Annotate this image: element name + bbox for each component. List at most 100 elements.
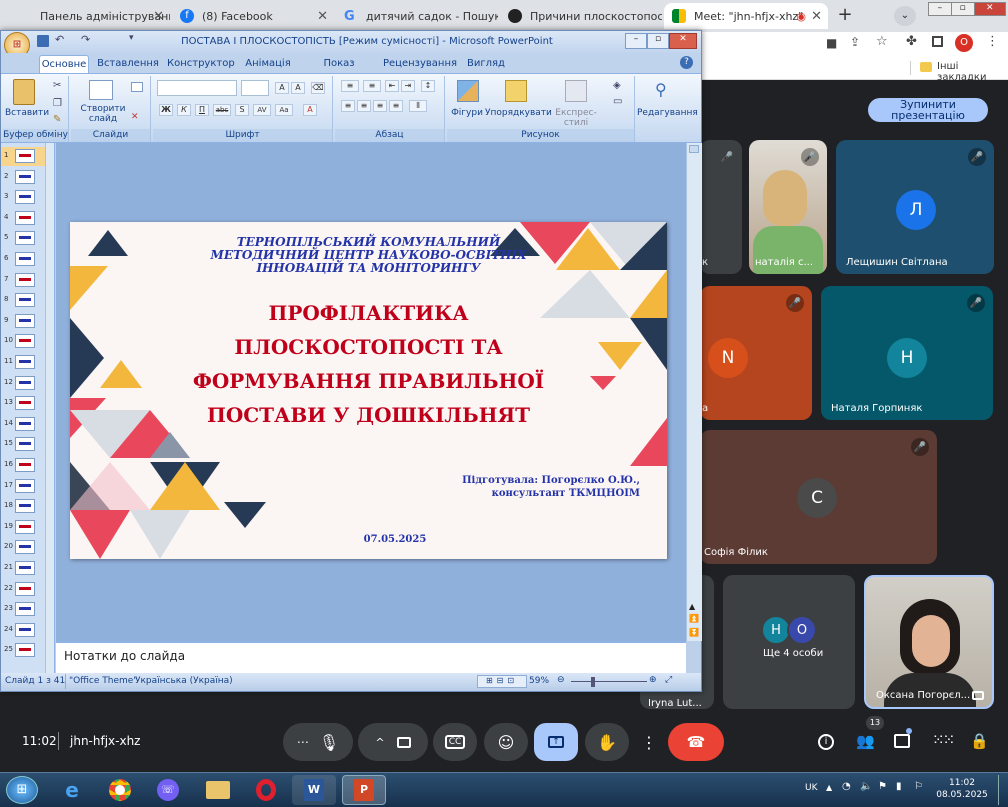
align-center-icon[interactable]: ≡ bbox=[357, 100, 371, 112]
slide-thumbnail[interactable]: 20 bbox=[1, 538, 45, 557]
slide-thumbnail[interactable]: 2 bbox=[1, 168, 45, 187]
slide-thumbnail[interactable]: 18 bbox=[1, 497, 45, 516]
tray-expand-icon[interactable]: ▲ bbox=[826, 783, 832, 792]
minimize-icon[interactable]: – bbox=[625, 33, 647, 49]
bold-button[interactable]: Ж bbox=[159, 104, 173, 116]
clear-format-icon[interactable]: ⌫ bbox=[311, 82, 325, 94]
tab-search-button[interactable]: ⌄ bbox=[894, 6, 916, 26]
show-desktop-button[interactable] bbox=[998, 775, 1006, 805]
flag-icon[interactable]: ⚐ bbox=[914, 781, 923, 792]
slide-thumbnail[interactable]: 14 bbox=[1, 415, 45, 434]
browser-tab[interactable]: Причини плоскостопості та bbox=[500, 3, 662, 29]
participant-tile[interactable]: 🎤 к bbox=[700, 140, 742, 274]
slide-thumbnail[interactable]: 10 bbox=[1, 332, 45, 351]
new-tab-button[interactable]: + bbox=[834, 5, 856, 27]
camera-icon[interactable]: ■ bbox=[826, 36, 837, 50]
raise-hand-button[interactable]: ✋ bbox=[585, 723, 629, 761]
justify-icon[interactable]: ≡ bbox=[389, 100, 403, 112]
people-icon[interactable]: 👥 bbox=[856, 732, 875, 750]
present-button[interactable]: ↑ bbox=[534, 723, 578, 761]
mic-button[interactable]: ⋯ 🎙 bbox=[283, 723, 353, 761]
copy-icon[interactable]: ❐ bbox=[53, 98, 62, 109]
slide-thumbnail[interactable]: 4 bbox=[1, 209, 45, 228]
numbering-icon[interactable]: ≡ bbox=[363, 80, 381, 92]
quick-styles-button[interactable]: Експрес-стилі bbox=[545, 108, 607, 128]
tab-review[interactable]: Рецензування bbox=[383, 55, 457, 73]
taskbar-chrome[interactable] bbox=[98, 775, 142, 805]
font-color-button[interactable]: A bbox=[303, 104, 317, 116]
close-icon[interactable]: ✕ bbox=[317, 9, 328, 24]
line-spacing-icon[interactable]: ↕ bbox=[421, 80, 435, 92]
change-case-button[interactable]: Aa bbox=[275, 104, 293, 116]
participant-tile[interactable]: N 🎤 а bbox=[700, 286, 812, 420]
scroll-thumb[interactable] bbox=[689, 145, 699, 153]
fill-icon[interactable]: ◈ bbox=[613, 80, 621, 91]
participant-tile[interactable]: Оксана Погорєл... bbox=[864, 575, 994, 709]
browser-tab[interactable]: G дитячий садок - Пошук Goo bbox=[336, 3, 498, 29]
participant-tile[interactable]: С 🎤 Софія Філик bbox=[700, 430, 937, 564]
captions-button[interactable]: CC bbox=[433, 723, 477, 761]
align-right-icon[interactable]: ≡ bbox=[373, 100, 387, 112]
share-icon[interactable]: ⇪ bbox=[850, 35, 860, 49]
browser-tab[interactable]: f (8) Facebook ✕ bbox=[172, 3, 334, 29]
host-controls-icon[interactable]: 🔒 bbox=[970, 732, 989, 750]
pin-icon[interactable] bbox=[972, 691, 984, 700]
chat-icon[interactable] bbox=[894, 734, 910, 748]
browser-tab-active[interactable]: Meet: "jhn-hfjx-xhz" ◉ ✕ bbox=[664, 3, 828, 29]
underline-button[interactable]: П bbox=[195, 104, 209, 116]
stop-presenting-button[interactable]: Зупинити презентацію bbox=[868, 98, 988, 122]
browser-tab[interactable]: Панель адміністрування ✕ bbox=[2, 3, 170, 29]
font-size-field[interactable] bbox=[241, 80, 269, 96]
slide-thumbnail[interactable]: 16 bbox=[1, 456, 45, 475]
close-icon[interactable]: ✕ bbox=[669, 33, 697, 49]
taskbar-explorer[interactable] bbox=[196, 775, 240, 805]
participant-tile[interactable]: 🎤 наталія с... bbox=[749, 140, 827, 274]
profile-avatar[interactable]: O bbox=[955, 34, 973, 52]
notes-pane[interactable]: Нотатки до слайда bbox=[56, 641, 686, 673]
taskbar-opera[interactable] bbox=[244, 775, 288, 805]
indent-less-icon[interactable]: ⇤ bbox=[385, 80, 399, 92]
taskbar-viber[interactable]: ☏ bbox=[146, 775, 190, 805]
italic-button[interactable]: К bbox=[177, 104, 191, 116]
minimize-icon[interactable]: – bbox=[929, 3, 951, 15]
outline-icon[interactable]: ▭ bbox=[613, 96, 622, 107]
tab-slideshow[interactable]: Показ слайдів bbox=[303, 55, 375, 87]
editing-button[interactable]: Редагування bbox=[637, 108, 698, 118]
slide-thumbnail[interactable]: 5 bbox=[1, 229, 45, 248]
vertical-scrollbar[interactable]: ▲ ⏫ ⏬ bbox=[686, 143, 702, 641]
maximize-icon[interactable]: ▫ bbox=[950, 3, 974, 15]
close-window-icon[interactable]: ✕ bbox=[973, 3, 1005, 15]
extensions-icon[interactable]: ✤ bbox=[906, 34, 917, 49]
slide-thumbnail[interactable]: 24 bbox=[1, 621, 45, 640]
char-spacing-button[interactable]: AV bbox=[253, 104, 271, 116]
zoom-out-icon[interactable]: ⊖ bbox=[557, 675, 565, 685]
shrink-font-icon[interactable]: A bbox=[291, 82, 305, 94]
indent-more-icon[interactable]: ⇥ bbox=[401, 80, 415, 92]
volume-icon[interactable]: 🔈 bbox=[860, 781, 872, 792]
taskbar-word[interactable]: W bbox=[292, 775, 336, 805]
participant-tile[interactable]: Н 🎤 Наталя Горпиняк bbox=[821, 286, 993, 420]
leave-call-button[interactable]: ☎ bbox=[668, 723, 724, 761]
keyboard-language[interactable]: UK bbox=[805, 783, 818, 793]
taskbar-powerpoint[interactable]: P bbox=[342, 775, 386, 805]
font-name-field[interactable] bbox=[157, 80, 237, 96]
slide-thumbnail[interactable]: 22 bbox=[1, 580, 45, 599]
cut-icon[interactable]: ✂ bbox=[53, 80, 61, 91]
slide-thumbnail[interactable]: 17 bbox=[1, 477, 45, 496]
paste-button[interactable]: Вставити bbox=[5, 108, 49, 118]
slide-thumbnail[interactable]: 13 bbox=[1, 394, 45, 413]
tab-view[interactable]: Вигляд bbox=[461, 55, 511, 73]
chevron-up-icon[interactable]: ▲ bbox=[689, 602, 695, 611]
participant-tile[interactable]: Л 🎤 Лещишин Світлана bbox=[836, 140, 994, 274]
slide-thumbnail[interactable]: 23 bbox=[1, 600, 45, 619]
tab-design[interactable]: Конструктор bbox=[167, 55, 235, 73]
maximize-icon[interactable]: ▫ bbox=[647, 33, 669, 49]
bullets-icon[interactable]: ≡ bbox=[341, 80, 359, 92]
delete-icon[interactable]: ✕ bbox=[131, 112, 139, 122]
zoom-handle[interactable] bbox=[591, 677, 595, 687]
slide-canvas[interactable]: ТЕРНОПІЛЬСЬКИЙ КОМУНАЛЬНИЙ МЕТОДИЧНИЙ ЦЕ… bbox=[70, 222, 667, 559]
next-slide-icon[interactable]: ⏬ bbox=[689, 628, 699, 637]
sidepanel-icon[interactable] bbox=[932, 36, 943, 47]
strikethrough-button[interactable]: abc bbox=[213, 104, 231, 116]
slide-thumbnail[interactable]: 12 bbox=[1, 374, 45, 393]
